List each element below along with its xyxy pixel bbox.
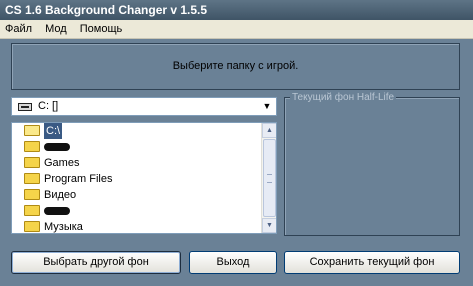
directory-item[interactable]: Games (12, 155, 276, 171)
folder-icon (24, 188, 40, 200)
directory-label: Games (44, 157, 80, 170)
menu-file[interactable]: Файл (0, 20, 37, 39)
chevron-down-icon[interactable]: ▼ (261, 100, 273, 113)
change-background-button[interactable]: Выбрать другой фон (11, 251, 181, 274)
background-preview-group: Текущий фон Half-Life (284, 91, 460, 236)
background-group-title: Текущий фон Half-Life (290, 91, 397, 104)
client-area: Выберите папку с игрой. C: [] ▼ C:\ Game… (0, 39, 473, 286)
directory-item[interactable]: Program Files (12, 171, 276, 187)
folder-open-icon (24, 124, 40, 136)
exit-button[interactable]: Выход (189, 251, 277, 274)
save-background-button[interactable]: Сохранить текущий фон (284, 251, 460, 274)
folder-icon (24, 204, 40, 216)
directory-label: Видео (44, 189, 77, 202)
directory-item[interactable] (12, 203, 276, 219)
drive-select[interactable]: C: [] ▼ (11, 97, 277, 116)
redacted-label (44, 207, 70, 216)
status-message: Выберите папку с игрой. (172, 60, 299, 72)
redacted-label (44, 143, 70, 152)
scroll-down-icon[interactable]: ▼ (262, 218, 276, 233)
folder-icon (24, 172, 40, 184)
folder-icon (24, 140, 40, 152)
directory-item[interactable]: Видео (12, 187, 276, 203)
directory-label: C:\ (44, 123, 63, 140)
directory-label: Program Files (44, 173, 113, 186)
directory-label: Музыка (44, 221, 83, 234)
folder-icon (24, 220, 40, 232)
directory-item[interactable] (12, 139, 276, 155)
menu-help[interactable]: Помощь (75, 20, 128, 39)
drive-label: C: [] (38, 100, 59, 112)
menu-mod[interactable]: Мод (40, 20, 72, 39)
folder-icon (24, 156, 40, 168)
directory-item-root[interactable]: C:\ (12, 123, 276, 140)
directory-item[interactable]: Музыка (12, 219, 276, 234)
scroll-up-icon[interactable]: ▲ (262, 123, 276, 138)
vertical-scrollbar[interactable]: ▲ ▼ (261, 123, 276, 233)
menu-bar: Файл Мод Помощь (0, 20, 473, 39)
scrollbar-thumb[interactable] (263, 139, 276, 217)
drive-icon (18, 103, 32, 111)
status-panel: Выберите папку с игрой. (11, 43, 460, 90)
directory-list[interactable]: C:\ Games Program Files Видео Музыка ▲ ▼ (11, 122, 277, 234)
window-title: CS 1.6 Background Changer v 1.5.5 (0, 0, 473, 20)
